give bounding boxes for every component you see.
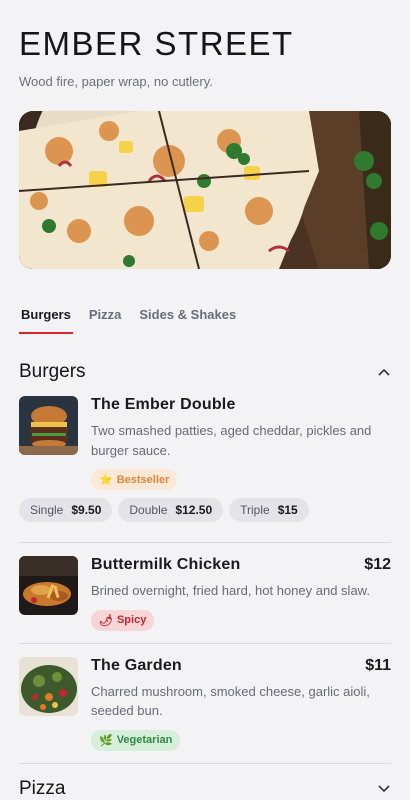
chevron-up-icon[interactable] <box>377 365 391 379</box>
chevron-down-icon[interactable] <box>377 782 391 796</box>
item-name: Buttermilk Chicken <box>91 556 241 573</box>
leaf-icon: 🌿 <box>99 734 113 747</box>
item-name: The Garden <box>91 656 182 674</box>
tab-sides-shakes[interactable]: Sides & Shakes <box>137 299 238 334</box>
status-badge: ⭐ Bestseller <box>91 469 178 490</box>
status-badge: 🌿 Vegetarian <box>91 729 181 751</box>
item-description: Two smashed patties, aged cheddar, pickl… <box>91 423 372 458</box>
item-photo <box>19 656 78 716</box>
item-photo <box>19 556 78 615</box>
item-name: The Ember Double <box>91 396 236 413</box>
tab-pizza[interactable]: Pizza <box>87 299 124 334</box>
category-tabs: Burgers Pizza Sides & Shakes <box>19 299 391 334</box>
section-title: Burgers <box>19 361 86 382</box>
restaurant-tagline: Wood fire, paper wrap, no cutlery. <box>19 74 213 89</box>
section-header-pizza[interactable]: Pizza <box>19 778 391 800</box>
header: EMBER STREET Wood fire, paper wrap, no c… <box>0 0 410 89</box>
size-option-triple[interactable]: Triple $15 <box>229 498 309 522</box>
item-photo <box>19 396 78 455</box>
size-options: Single $9.50 Double $12.50 Triple $15 <box>19 498 391 522</box>
hero-image <box>19 111 391 269</box>
menu-item[interactable]: Buttermilk Chicken $12 Brined overnight,… <box>19 543 391 644</box>
menu-item[interactable]: The Ember Double Two smashed patties, ag… <box>19 383 391 543</box>
item-description: Brined overnight, fried hard, hot honey … <box>91 583 370 598</box>
status-badge: 🌶 Spicy <box>91 609 155 631</box>
size-option-single[interactable]: Single $9.50 <box>19 498 113 522</box>
item-price: $12 <box>364 556 391 573</box>
star-icon: ⭐ <box>99 474 113 486</box>
item-description: Charred mushroom, smoked cheese, garlic … <box>91 683 370 719</box>
section-title: Pizza <box>19 777 66 799</box>
size-option-double[interactable]: Double $12.50 <box>118 498 224 522</box>
menu-item[interactable]: The Garden $11 Charred mushroom, smoked … <box>19 644 391 764</box>
section-header-burgers[interactable]: Burgers <box>19 361 391 383</box>
tab-burgers[interactable]: Burgers <box>19 299 73 334</box>
restaurant-name: EMBER STREET <box>19 25 294 62</box>
item-price: $11 <box>365 656 391 674</box>
chili-icon: 🌶 <box>99 614 113 627</box>
